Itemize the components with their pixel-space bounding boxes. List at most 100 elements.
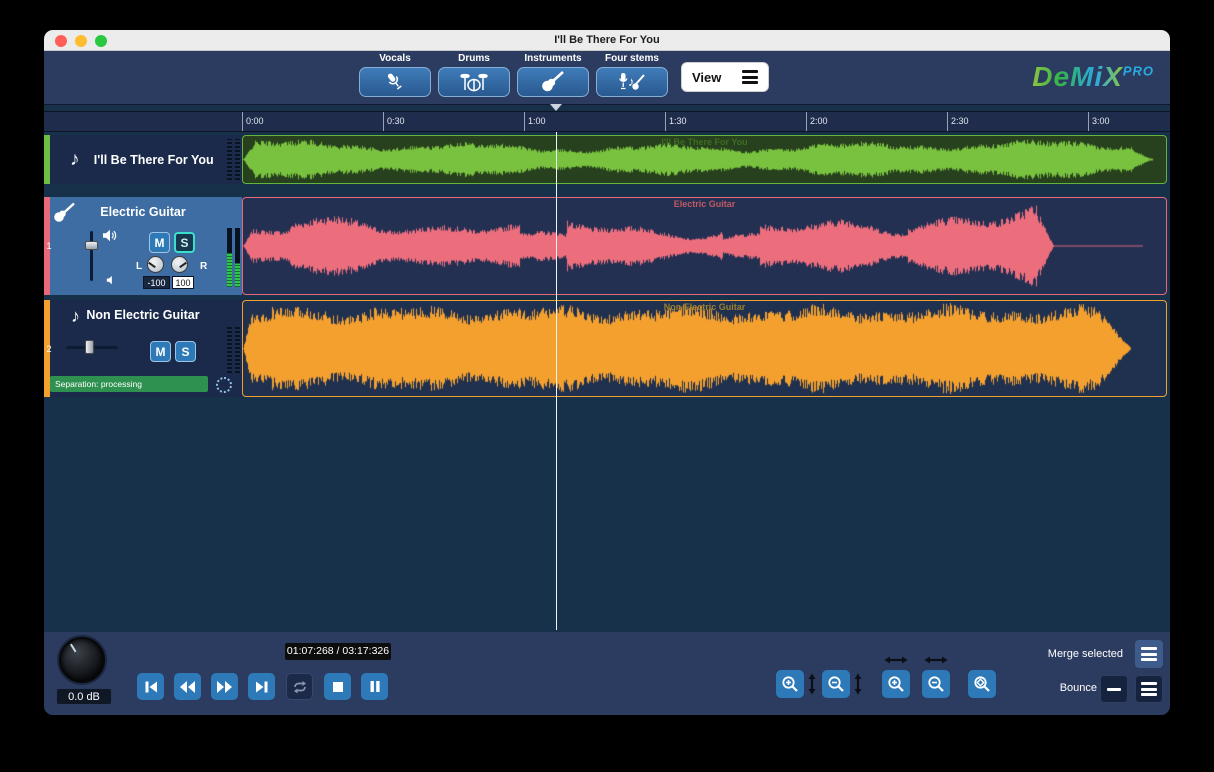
zoom-in-button[interactable]	[776, 670, 804, 698]
pause-icon	[369, 680, 381, 693]
track-header-non-electric-guitar[interactable]: 2 ♪ Non Electric Guitar M S Separation: …	[44, 300, 242, 397]
app-window: I'll Be There For You Vocals	[44, 30, 1170, 715]
playhead-marker[interactable]	[550, 104, 562, 111]
track-row-non-electric-guitar: 2 ♪ Non Electric Guitar M S Separation: …	[44, 300, 1167, 397]
drums-button[interactable]	[438, 67, 510, 97]
music-note-icon: ♪	[70, 150, 80, 169]
track-header-electric-guitar[interactable]: 1 Electric Guitar	[44, 197, 242, 295]
volume-fader	[85, 231, 98, 281]
app-logo: DeMiXPRO	[1032, 61, 1154, 93]
fader-rail	[90, 231, 93, 281]
track-header-master[interactable]: ♪ I'll Be There For You	[44, 135, 242, 184]
fast-forward-button[interactable]	[211, 673, 238, 700]
ruler-tick: 2:00	[806, 112, 828, 131]
stem-label-four-stems: Four stems	[605, 53, 659, 65]
ruler-tick: 0:30	[383, 112, 405, 131]
close-button[interactable]	[55, 35, 67, 47]
pan-left-value[interactable]: -100	[143, 276, 170, 289]
hamburger-icon	[1141, 680, 1157, 699]
bounce-label: Bounce	[1049, 682, 1097, 694]
audio-clip-master[interactable]: I'll Be There For You	[242, 135, 1167, 184]
waveform-canvas	[243, 198, 1166, 294]
speaker-quiet-icon	[106, 276, 117, 289]
clip-label: Electric Guitar	[243, 199, 1166, 209]
pan-left-label: L	[136, 261, 142, 272]
zoom-in-icon	[887, 675, 905, 693]
zoom-fit-button[interactable]	[968, 670, 996, 698]
zoom-out-button[interactable]	[822, 670, 850, 698]
four-stems-button[interactable]: ♪	[596, 67, 668, 97]
pan-right-knob[interactable]	[171, 256, 188, 273]
audio-clip-non-electric-guitar[interactable]: Non Electric Guitar	[242, 300, 1167, 397]
processing-spinner-icon	[216, 377, 232, 393]
merge-menu-button[interactable]	[1135, 640, 1163, 668]
stop-button[interactable]	[324, 673, 351, 700]
logo-text: DeMiX	[1032, 61, 1123, 92]
solo-button[interactable]: S	[174, 232, 195, 253]
stem-group-drums: Drums	[438, 53, 510, 97]
stem-label-drums: Drums	[458, 53, 490, 65]
track-slider	[66, 340, 118, 354]
loop-button[interactable]	[286, 673, 313, 700]
view-label: View	[692, 70, 721, 85]
transport-bar: 0.0 dB 01:07:268 / 03:17:326	[44, 632, 1170, 715]
track-row-master: ♪ I'll Be There For You I'll Be There Fo…	[44, 135, 1167, 184]
stop-icon	[332, 681, 344, 693]
multi-source-icon: ♪	[617, 70, 647, 94]
mute-button[interactable]: M	[149, 232, 170, 253]
bounce-menu-button[interactable]	[1135, 675, 1163, 703]
vocals-button[interactable]	[359, 67, 431, 97]
time-ruler[interactable]: 0:00 0:30 1:00 1:30 2:00 2:30 3:00	[44, 111, 1170, 132]
pause-button[interactable]	[361, 673, 388, 700]
fullscreen-button[interactable]	[95, 35, 107, 47]
pan-right-value[interactable]: 100	[172, 276, 194, 289]
fast-forward-icon	[216, 680, 233, 694]
slider-handle[interactable]	[85, 340, 94, 354]
instruments-button[interactable]	[517, 67, 589, 97]
separation-status: Separation: processing	[50, 376, 208, 392]
drum-kit-icon	[460, 70, 488, 94]
track-title: Electric Guitar	[44, 205, 242, 219]
view-button[interactable]: View	[681, 62, 769, 92]
waveform-canvas	[243, 301, 1166, 396]
level-meter	[227, 139, 240, 180]
track-number: 2	[44, 344, 54, 354]
zoom-out-icon	[827, 675, 845, 693]
solo-button[interactable]: S	[175, 341, 196, 362]
time-display: 01:07:268 / 03:17:326	[285, 643, 391, 660]
playhead-line	[556, 132, 557, 630]
guitar-icon	[539, 70, 567, 94]
bounce-minus-button[interactable]	[1100, 675, 1128, 703]
stem-group-vocals: Vocals	[359, 53, 431, 97]
stem-group-four-stems: Four stems ♪	[596, 53, 668, 97]
rewind-button[interactable]	[174, 673, 201, 700]
traffic-lights	[55, 35, 107, 47]
ruler-tick: 2:30	[947, 112, 969, 131]
stem-label-vocals: Vocals	[379, 53, 411, 65]
mute-button[interactable]: M	[150, 341, 171, 362]
stem-group-instruments: Instruments	[517, 53, 589, 97]
zoom-out-horizontal-button[interactable]	[922, 670, 950, 698]
merge-selected-label: Merge selected	[1039, 648, 1123, 660]
skip-end-icon	[254, 679, 270, 695]
speaker-loud-icon	[102, 229, 117, 247]
zoom-in-horizontal-button[interactable]	[882, 670, 910, 698]
view-menu-icon	[742, 68, 758, 87]
master-volume-knob[interactable]	[59, 637, 105, 683]
logo-pro-text: PRO	[1123, 64, 1154, 79]
window-titlebar: I'll Be There For You	[44, 30, 1170, 51]
hamburger-icon	[1141, 645, 1157, 664]
skip-to-start-button[interactable]	[137, 673, 164, 700]
track-row-electric-guitar: 1 Electric Guitar	[44, 197, 1167, 295]
track-title: I'll Be There For You	[80, 153, 243, 167]
track-color-strip	[44, 135, 50, 184]
fader-handle[interactable]	[85, 241, 98, 250]
audio-clip-electric-guitar[interactable]: Electric Guitar	[242, 197, 1167, 295]
rewind-icon	[179, 680, 196, 694]
minimize-button[interactable]	[75, 35, 87, 47]
skip-to-end-button[interactable]	[248, 673, 275, 700]
zoom-in-icon	[781, 675, 799, 693]
stem-button-group: Vocals Drums	[359, 53, 668, 97]
pan-left-knob[interactable]	[147, 256, 164, 273]
window-title: I'll Be There For You	[44, 34, 1170, 46]
